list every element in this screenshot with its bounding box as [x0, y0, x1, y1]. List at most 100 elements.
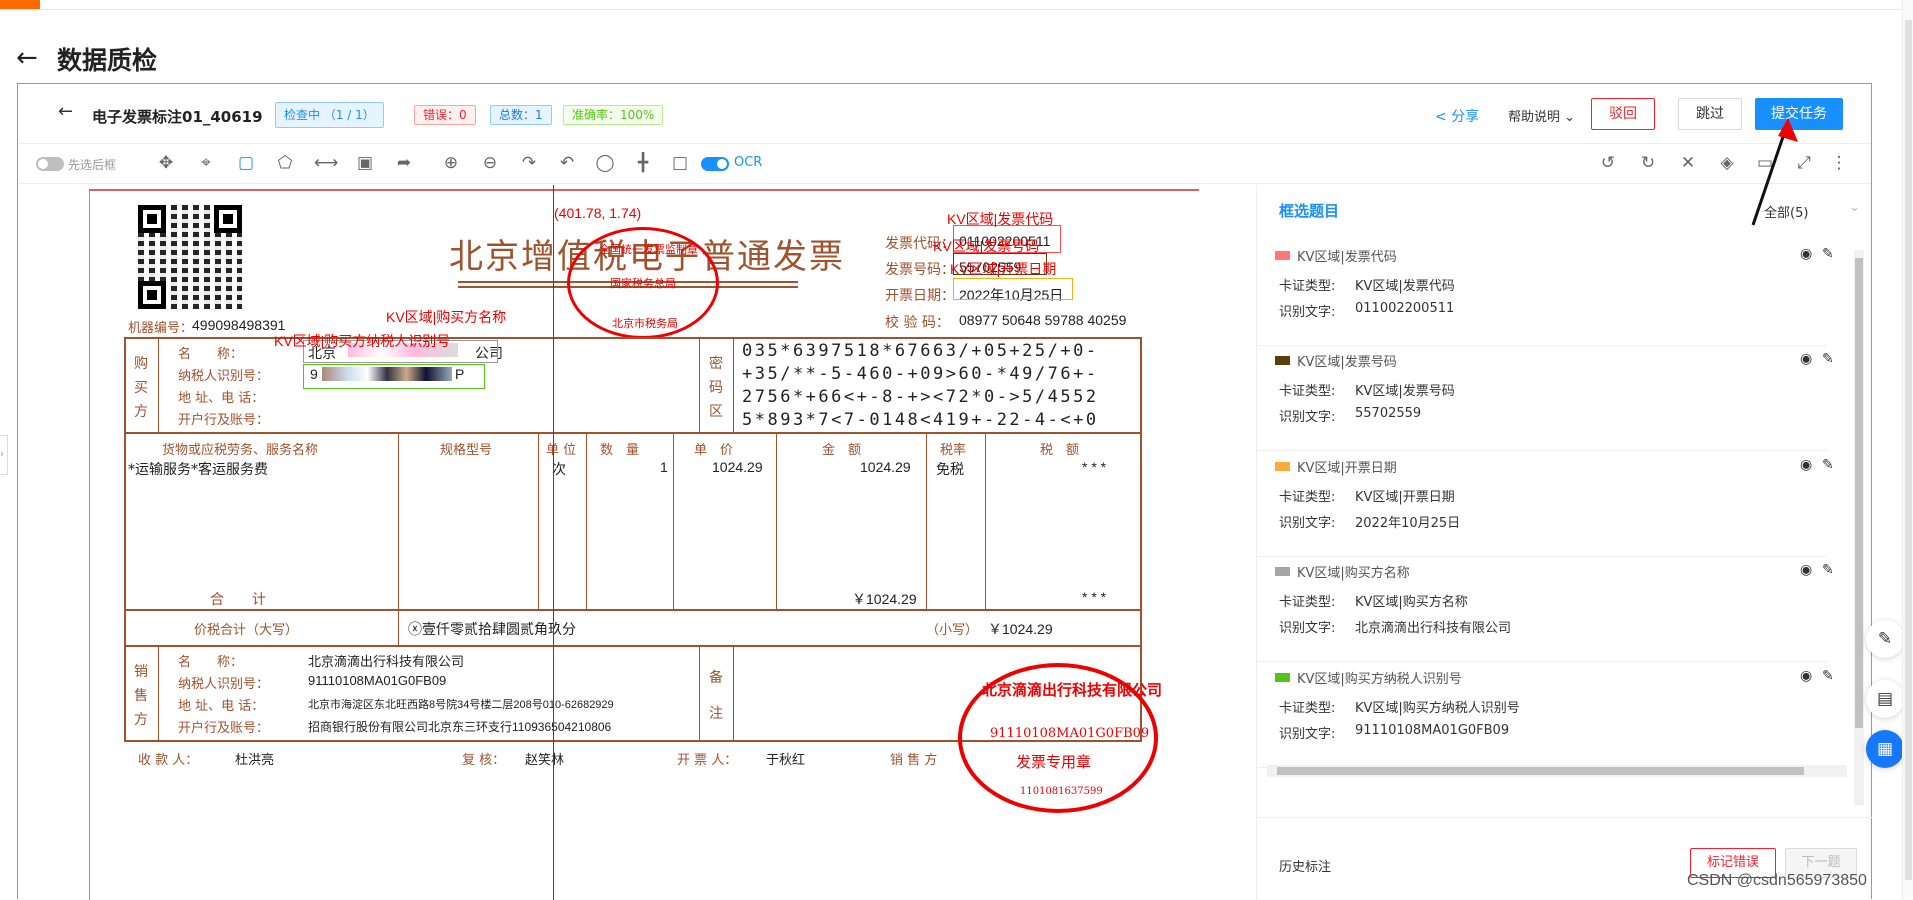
item-tax: * * * — [1082, 459, 1107, 475]
bbox-label-number: KV区域|发票号码 — [933, 238, 1040, 254]
polygon-icon[interactable]: ⬠ — [274, 152, 296, 174]
table-left-line — [124, 337, 126, 742]
tag-icon[interactable]: ◈ — [1716, 152, 1738, 174]
type-label: 卡证类型: — [1279, 595, 1336, 610]
list-item[interactable]: KV区域|开票日期 ◉ ✎ 卡证类型: KV区域|开票日期 识别文字: 2022… — [1257, 452, 1834, 557]
task-name: 电子发票标注01_40619 — [92, 108, 263, 126]
buyer-side-3: 方 — [134, 404, 148, 420]
cipher-line-4: 5*893*7<7-0148<419+-22-4-<+0 — [742, 410, 1099, 430]
seller-side-line — [158, 646, 159, 742]
undo-icon[interactable]: ↺ — [1597, 152, 1619, 174]
invoice-image: 北京增值税电子普通发票 全国统一发票监制章 国家税务总局 北京市税务局 发票代码… — [89, 189, 1199, 900]
type-label: 卡证类型: — [1279, 490, 1336, 505]
help-dropdown[interactable]: 帮助说明 ⌄ — [1508, 106, 1575, 125]
zoom-in-icon[interactable]: ⊕ — [440, 152, 462, 174]
edit-icon[interactable]: ✎ — [1822, 562, 1834, 578]
skip-button[interactable]: 跳过 — [1678, 98, 1742, 130]
date-label: 开票日期： — [885, 288, 955, 304]
seller-stamp-text-1: 北京滴滴出行科技有限公司 — [982, 681, 1163, 699]
list-item[interactable]: KV区域|购买方纳税人识别号 ◉ ✎ 卡证类型: KV区域|购买方纳税人识别号 … — [1257, 663, 1834, 768]
edit-icon[interactable]: ✎ — [1822, 246, 1834, 262]
edit-icon[interactable]: ✎ — [1822, 668, 1834, 684]
bbox-label-buyer-tax: KV区域|购买方纳税人识别号 — [274, 333, 451, 349]
crosshair-coordinate: (401.78, 1.74) — [554, 205, 642, 221]
col-line-6 — [926, 433, 927, 610]
bbox-invoice-date[interactable] — [953, 278, 1073, 300]
redo-icon[interactable]: ↻ — [1637, 152, 1659, 174]
seller-stamp-text-2: 91110108MA01G0FB09 — [990, 726, 1150, 741]
ocr-toggle[interactable] — [701, 157, 729, 171]
task-back-icon[interactable]: ← — [58, 101, 73, 122]
bbox-buyer-tax-id[interactable] — [303, 364, 485, 389]
list-item[interactable]: KV区域|发票代码 ◉ ✎ 卡证类型: KV区域|发票代码 识别文字: 0110… — [1257, 241, 1834, 346]
list-item[interactable]: KV区域|购买方名称 ◉ ✎ 卡证类型: KV区域|购买方名称 识别文字: 北京… — [1257, 557, 1834, 662]
cuboid-icon[interactable]: ▣ — [354, 152, 376, 174]
edit-icon[interactable]: ✎ — [1822, 351, 1834, 367]
rectangle-icon[interactable]: ▢ — [235, 152, 257, 174]
sum-label: 价税合计（大写） — [194, 623, 299, 638]
help-label: 帮助说明 — [1508, 110, 1561, 125]
move-icon[interactable]: ✥ — [155, 152, 177, 174]
col-unit: 单 位 — [546, 443, 577, 458]
item-title: KV区域|发票号码 — [1297, 355, 1397, 370]
annotation-canvas[interactable]: 北京增值税电子普通发票 全国统一发票监制章 国家税务总局 北京市税务局 发票代码… — [18, 185, 1255, 900]
eye-icon[interactable]: ◉ — [1800, 457, 1812, 473]
apps-float-icon[interactable]: ▦ — [1866, 730, 1904, 768]
col-line-7 — [985, 433, 986, 610]
reject-button[interactable]: 驳回 — [1591, 98, 1655, 130]
bbox-label-code: KV区域|发票代码 — [947, 211, 1054, 227]
scroll-thumb[interactable] — [1277, 767, 1804, 775]
more-icon[interactable]: ⋮ — [1828, 152, 1850, 174]
type-label: 卡证类型: — [1279, 384, 1336, 399]
line-icon[interactable]: ⟷ — [314, 152, 338, 174]
page-scrollbar[interactable] — [1902, 0, 1913, 899]
item-title: KV区域|开票日期 — [1297, 461, 1397, 476]
buyer-label-name: 名 称： — [178, 347, 244, 362]
seller-side-1: 销 — [134, 664, 148, 680]
page-scroll-thumb[interactable] — [1905, 20, 1912, 880]
text-value: 91110108MA01G0FB09 — [1355, 723, 1510, 738]
scroll-thumb[interactable] — [1855, 258, 1863, 728]
edit-icon[interactable]: ✎ — [1822, 457, 1834, 473]
eye-icon[interactable]: ◉ — [1800, 668, 1812, 684]
sum-lower-label: （小写） — [926, 623, 979, 638]
col-line-2 — [538, 433, 539, 610]
share-link[interactable]: < 分享 — [1435, 106, 1479, 126]
seller-stamp-text-3: 发票专用章 — [1016, 753, 1092, 771]
seller-name: 北京滴滴出行科技有限公司 — [308, 654, 465, 669]
chevron-down-icon[interactable]: ⌄ — [1849, 200, 1860, 215]
rotate-90-icon[interactable]: ◯ — [594, 152, 616, 174]
fit-icon[interactable]: ╋ — [632, 152, 654, 174]
eye-icon[interactable]: ◉ — [1800, 351, 1812, 367]
rotate-right-icon[interactable]: ↷ — [518, 152, 540, 174]
zoom-out-icon[interactable]: ⊖ — [479, 152, 501, 174]
rotate-left-icon[interactable]: ↶ — [556, 152, 578, 174]
eye-icon[interactable]: ◉ — [1800, 246, 1812, 262]
seller-label-bank: 开户行及账号： — [178, 721, 270, 736]
list-item[interactable]: KV区域|发票号码 ◉ ✎ 卡证类型: KV区域|发票号码 识别文字: 5570… — [1257, 346, 1834, 451]
comment-float-icon[interactable]: ▤ — [1866, 680, 1904, 718]
panel-horizontal-scrollbar[interactable] — [1267, 765, 1847, 777]
col-amount: 金 额 — [822, 443, 862, 458]
clear-icon[interactable]: ✕ — [1677, 152, 1699, 174]
ocr-label: OCR — [734, 155, 763, 170]
crop-icon[interactable]: □ — [669, 152, 691, 174]
payee: 杜洪亮 — [235, 753, 275, 768]
total-label: 合 计 — [210, 592, 266, 608]
remark-side-line — [733, 646, 734, 742]
cipher-side-2: 码 — [709, 380, 723, 396]
point-icon[interactable]: ⌖ — [195, 152, 217, 174]
col-rate: 税率 — [940, 443, 967, 458]
type-label: 卡证类型: — [1279, 701, 1336, 716]
panel-vertical-scrollbar[interactable] — [1854, 250, 1864, 805]
cursor-select-icon[interactable]: ➦ — [393, 152, 415, 174]
text-value: 2022年10月25日 — [1355, 516, 1461, 531]
col-line-5 — [776, 433, 777, 610]
edit-float-icon[interactable]: ✎ — [1866, 620, 1904, 658]
left-collapse-handle[interactable]: › — [0, 435, 8, 475]
select-first-toggle[interactable] — [36, 157, 64, 171]
history-label[interactable]: 历史标注 — [1279, 856, 1331, 875]
eye-icon[interactable]: ◉ — [1800, 562, 1812, 578]
back-arrow-icon[interactable]: ← — [16, 43, 38, 73]
item-price: 1024.29 — [712, 459, 763, 475]
